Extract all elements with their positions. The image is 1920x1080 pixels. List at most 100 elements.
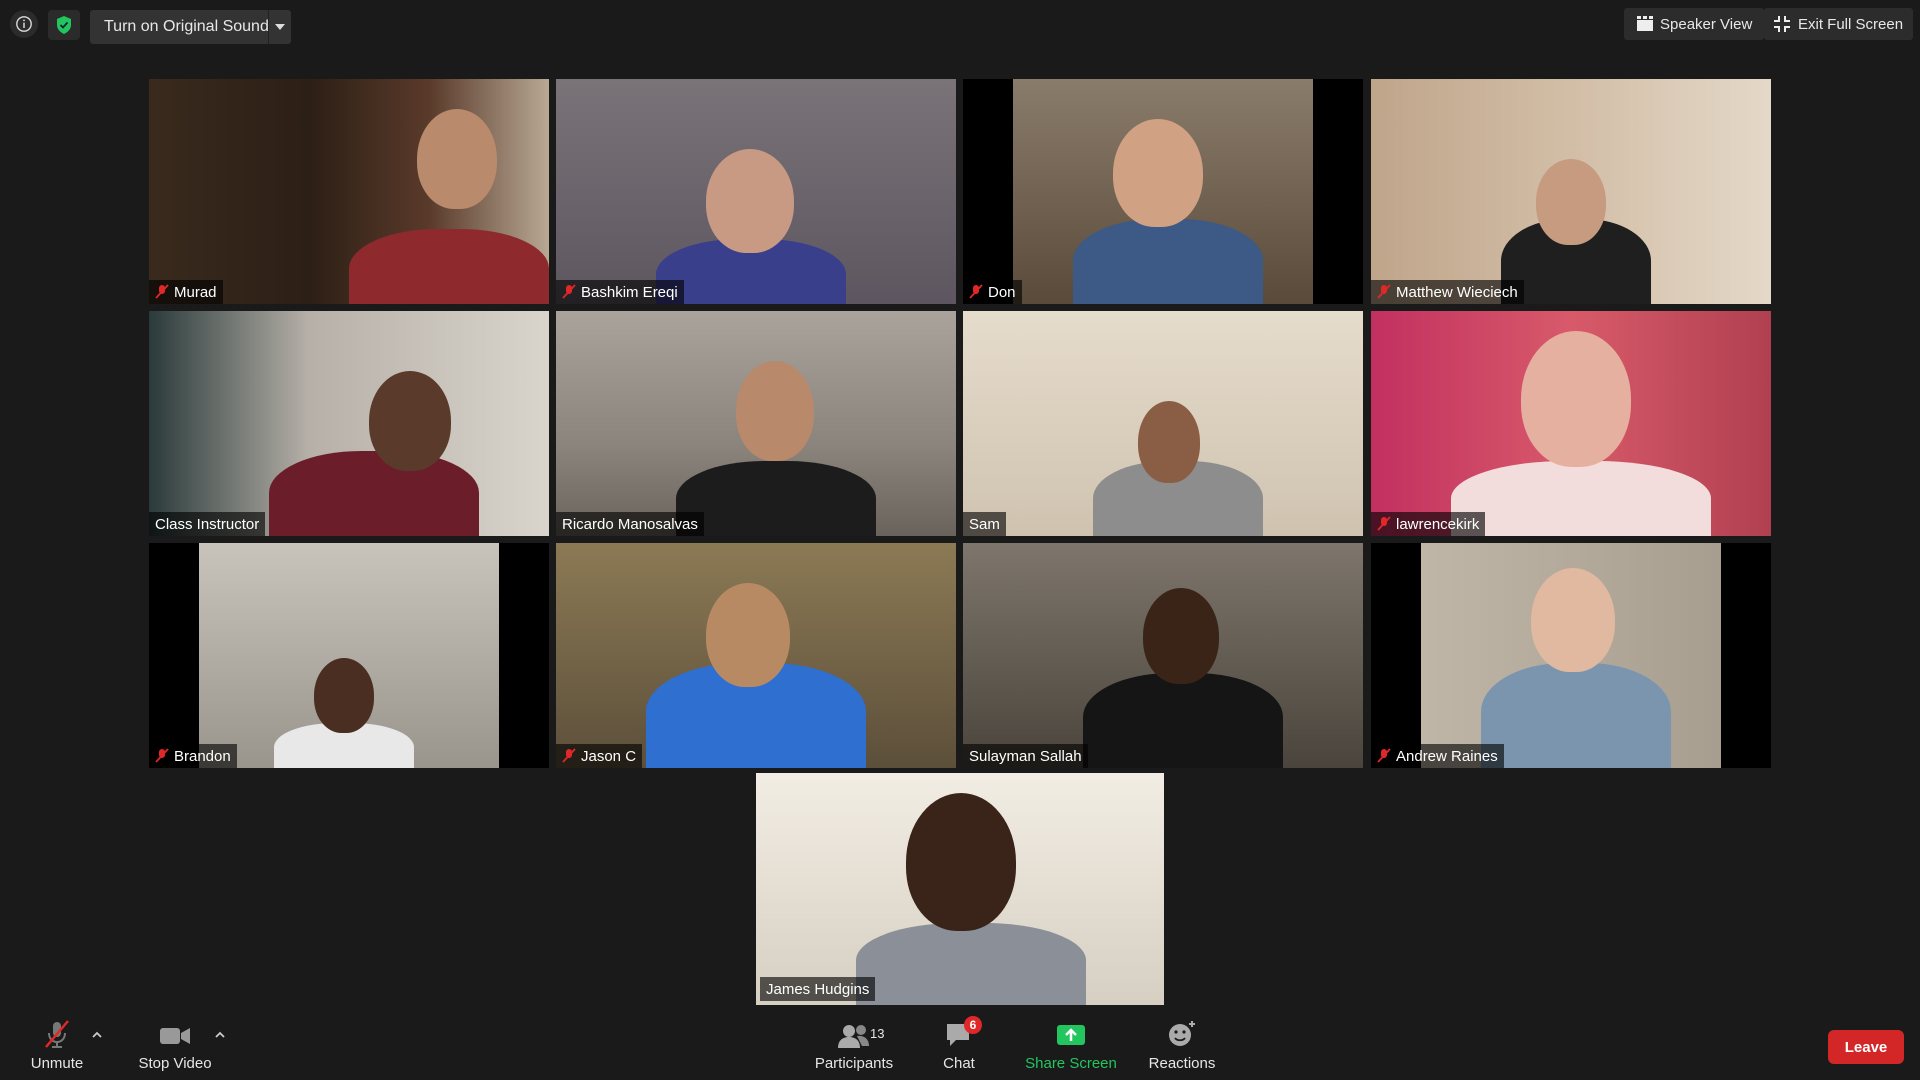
chat-label: Chat <box>943 1055 975 1072</box>
video-tile[interactable]: Bashkim Ereqi <box>556 79 956 304</box>
video-tile[interactable]: Sam <box>963 311 1363 536</box>
participant-silhouette <box>1143 588 1219 684</box>
participant-silhouette <box>1113 119 1203 227</box>
active-speaker-video-tile[interactable]: James Hudgins <box>756 773 1164 1005</box>
participants-icon <box>838 1025 869 1048</box>
participant-name: Class Instructor <box>155 515 260 533</box>
participant-name-tag: Sam <box>963 512 1006 536</box>
participant-silhouette <box>736 361 814 461</box>
video-options-caret-icon[interactable] <box>213 1028 227 1042</box>
participant-silhouette <box>1481 663 1671 768</box>
participant-name: Brandon <box>174 747 231 765</box>
chat-button[interactable]: Chat 6 <box>926 1010 992 1080</box>
participant-name: Ricardo Manosalvas <box>562 515 698 533</box>
participant-name: Sulayman Sallah <box>969 747 1082 765</box>
speaker-view-icon <box>1637 16 1653 31</box>
share-screen-button[interactable]: Share Screen <box>1022 1010 1120 1080</box>
participant-silhouette <box>314 658 374 733</box>
participant-name-tag: Matthew Wieciech <box>1371 280 1524 304</box>
speaker-view-button[interactable]: Speaker View <box>1624 8 1765 40</box>
reactions-label: Reactions <box>1148 1055 1216 1072</box>
participant-name: lawrencekirk <box>1396 515 1480 533</box>
participant-silhouette <box>417 109 497 209</box>
share-screen-icon <box>1057 1025 1085 1045</box>
reactions-button[interactable]: Reactions <box>1144 1010 1220 1080</box>
muted-mic-icon <box>562 748 576 763</box>
zoom-meeting-window: Turn on Original Sound Speaker View Exit… <box>0 0 1920 1080</box>
participant-silhouette <box>1138 401 1200 483</box>
exit-full-screen-button[interactable]: Exit Full Screen <box>1764 8 1914 40</box>
participant-name-tag: Don <box>963 280 1022 304</box>
share-screen-label: Share Screen <box>1025 1055 1117 1072</box>
participants-button[interactable]: Participants 13 <box>806 1010 902 1080</box>
participant-silhouette <box>369 371 451 471</box>
participant-silhouette <box>676 461 876 536</box>
video-tile[interactable]: Brandon <box>149 543 549 768</box>
muted-mic-icon <box>155 284 169 299</box>
unmute-button[interactable]: Unmute <box>22 1010 92 1080</box>
participant-silhouette <box>269 451 479 536</box>
stop-video-button[interactable]: Stop Video <box>130 1010 220 1080</box>
meeting-info-icon[interactable] <box>10 10 38 38</box>
video-tile[interactable]: Don <box>963 79 1363 304</box>
participant-name-tag: lawrencekirk <box>1371 512 1486 536</box>
participant-name: Don <box>988 283 1016 301</box>
muted-mic-icon <box>969 284 983 299</box>
video-tile[interactable]: Andrew Raines <box>1371 543 1771 768</box>
participant-silhouette <box>856 923 1086 1005</box>
original-sound-options-caret-icon[interactable] <box>268 10 291 44</box>
video-tile[interactable]: lawrencekirk <box>1371 311 1771 536</box>
participant-name: Jason C <box>581 747 637 765</box>
participant-name-tag: Andrew Raines <box>1371 744 1504 768</box>
muted-mic-icon <box>1377 748 1391 763</box>
participants-count: 13 <box>870 1026 885 1041</box>
participant-name: James Hudgins <box>766 980 870 998</box>
participant-name-tag: Jason C <box>556 744 643 768</box>
muted-mic-icon <box>155 748 169 763</box>
participant-silhouette <box>1451 461 1711 536</box>
muted-mic-icon <box>1377 284 1391 299</box>
participant-silhouette <box>906 793 1016 931</box>
participant-name-tag: Bashkim Ereqi <box>556 280 684 304</box>
participant-name: Sam <box>969 515 1000 533</box>
video-tile[interactable]: Ricardo Manosalvas <box>556 311 956 536</box>
participant-silhouette <box>1521 331 1631 467</box>
participant-silhouette <box>1083 673 1283 768</box>
audio-options-caret-icon[interactable] <box>90 1028 104 1042</box>
video-tile[interactable]: Jason C <box>556 543 956 768</box>
speaker-view-label: Speaker View <box>1660 15 1753 33</box>
top-bar: Turn on Original Sound Speaker View Exit… <box>0 0 1920 52</box>
participant-silhouette <box>706 583 790 687</box>
participant-name-tag: Brandon <box>149 744 237 768</box>
chat-unread-badge: 6 <box>964 1016 982 1034</box>
exit-full-screen-icon <box>1774 16 1790 32</box>
muted-microphone-icon <box>45 1020 69 1048</box>
original-sound-button[interactable]: Turn on Original Sound <box>90 10 283 44</box>
muted-mic-icon <box>1377 516 1391 531</box>
participant-silhouette <box>706 149 794 253</box>
stop-video-label: Stop Video <box>138 1055 212 1072</box>
video-tile[interactable]: Murad <box>149 79 549 304</box>
video-tile[interactable]: Matthew Wieciech <box>1371 79 1771 304</box>
participant-silhouette <box>1536 159 1606 245</box>
meeting-controls-toolbar: Unmute Stop Video Participants 13 Chat 6 <box>0 1010 1920 1080</box>
video-tile[interactable]: Sulayman Sallah <box>963 543 1363 768</box>
participant-name-tag: Ricardo Manosalvas <box>556 512 704 536</box>
muted-mic-icon <box>562 284 576 299</box>
video-tile[interactable]: Class Instructor <box>149 311 549 536</box>
participant-name-tag: Class Instructor <box>149 512 266 536</box>
encryption-shield-icon[interactable] <box>48 10 80 40</box>
participant-silhouette <box>1531 568 1615 672</box>
participant-name: Andrew Raines <box>1396 747 1498 765</box>
participant-name-tag: James Hudgins <box>760 977 876 1001</box>
video-camera-icon <box>160 1028 190 1044</box>
reactions-smiley-icon <box>1169 1021 1195 1046</box>
participant-silhouette <box>1073 219 1263 304</box>
participant-name-tag: Sulayman Sallah <box>963 744 1088 768</box>
participant-name-tag: Murad <box>149 280 223 304</box>
leave-meeting-button[interactable]: Leave <box>1828 1030 1904 1064</box>
participant-name: Matthew Wieciech <box>1396 283 1518 301</box>
participant-name: Bashkim Ereqi <box>581 283 678 301</box>
participant-silhouette <box>349 229 549 304</box>
participants-label: Participants <box>814 1055 894 1072</box>
